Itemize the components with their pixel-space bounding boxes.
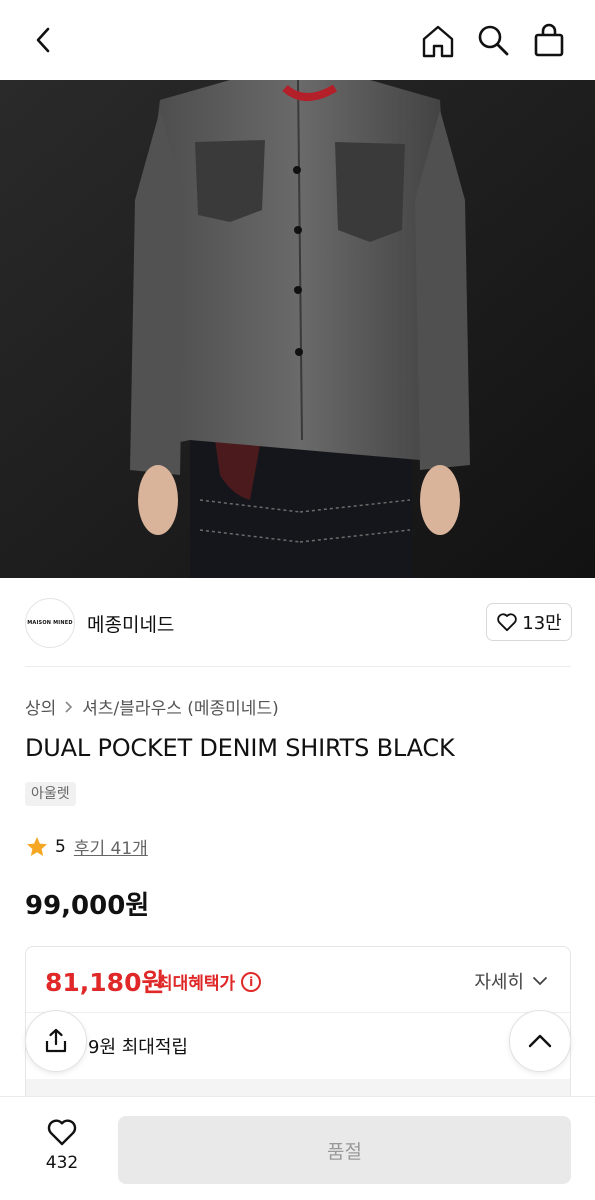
brand-logo[interactable]: MAISON MINED: [25, 598, 75, 648]
detail-label: 자세히: [474, 972, 524, 993]
max-benefit-price: 81,180원: [45, 968, 165, 997]
share-button[interactable]: [25, 1010, 87, 1072]
chevron-up-icon: [528, 1034, 552, 1048]
brand-name[interactable]: 메종미네드: [87, 610, 174, 637]
brand-like-button[interactable]: 13만: [486, 603, 572, 641]
review-link[interactable]: 후기 41개: [74, 834, 148, 859]
max-benefit-row[interactable]: 81,180원 최대혜택가 i 자세히: [26, 947, 570, 1013]
points-text: 9원 최대적립: [88, 1037, 188, 1058]
heart-icon: [47, 1119, 77, 1146]
divider: [25, 666, 571, 667]
shopping-bag-icon[interactable]: [531, 22, 567, 58]
outlet-badge: 아울렛: [25, 782, 76, 806]
product-title: DUAL POCKET DENIM SHIRTS BLACK: [25, 734, 455, 762]
rating-row: 5 후기 41개: [25, 834, 148, 859]
chevron-right-icon: [65, 700, 73, 713]
star-icon: [27, 836, 47, 856]
breadcrumb-category[interactable]: 상의: [25, 694, 56, 719]
detail-toggle[interactable]: 자세히: [474, 968, 548, 994]
brand-like-count: 13만: [522, 613, 562, 634]
scroll-top-button[interactable]: [509, 1010, 571, 1072]
brand-row: MAISON MINED 메종미네드 13만: [0, 578, 595, 666]
chevron-down-icon: [533, 977, 547, 986]
product-price: 99,000원: [25, 891, 150, 921]
breadcrumb-subcategory[interactable]: 셔츠/블라우스 (메종미네드): [82, 694, 278, 719]
bottom-bar: 432 품절: [0, 1096, 595, 1200]
heart-icon: [497, 613, 518, 632]
max-benefit-label-wrap: 최대혜택가 i: [157, 969, 262, 994]
share-icon: [45, 1028, 67, 1053]
info-icon[interactable]: i: [241, 971, 262, 992]
chevron-left-icon[interactable]: [26, 22, 62, 58]
benefit-box: 81,180원 최대혜택가 i 자세히 9원 최대적립: [25, 946, 571, 1106]
product-image[interactable]: 2 / 6: [0, 80, 595, 578]
wish-count: 432: [45, 1153, 79, 1173]
product-photo: [0, 80, 595, 578]
rating-score: 5: [55, 836, 66, 857]
wish-button[interactable]: 432: [30, 1117, 94, 1173]
max-benefit-label: 최대혜택가: [157, 974, 236, 994]
soldout-button[interactable]: 품절: [118, 1116, 571, 1184]
top-nav: [0, 0, 595, 80]
home-icon[interactable]: [419, 22, 457, 60]
breadcrumb: 상의 셔츠/블라우스 (메종미네드): [25, 694, 279, 719]
search-icon[interactable]: [475, 22, 511, 58]
